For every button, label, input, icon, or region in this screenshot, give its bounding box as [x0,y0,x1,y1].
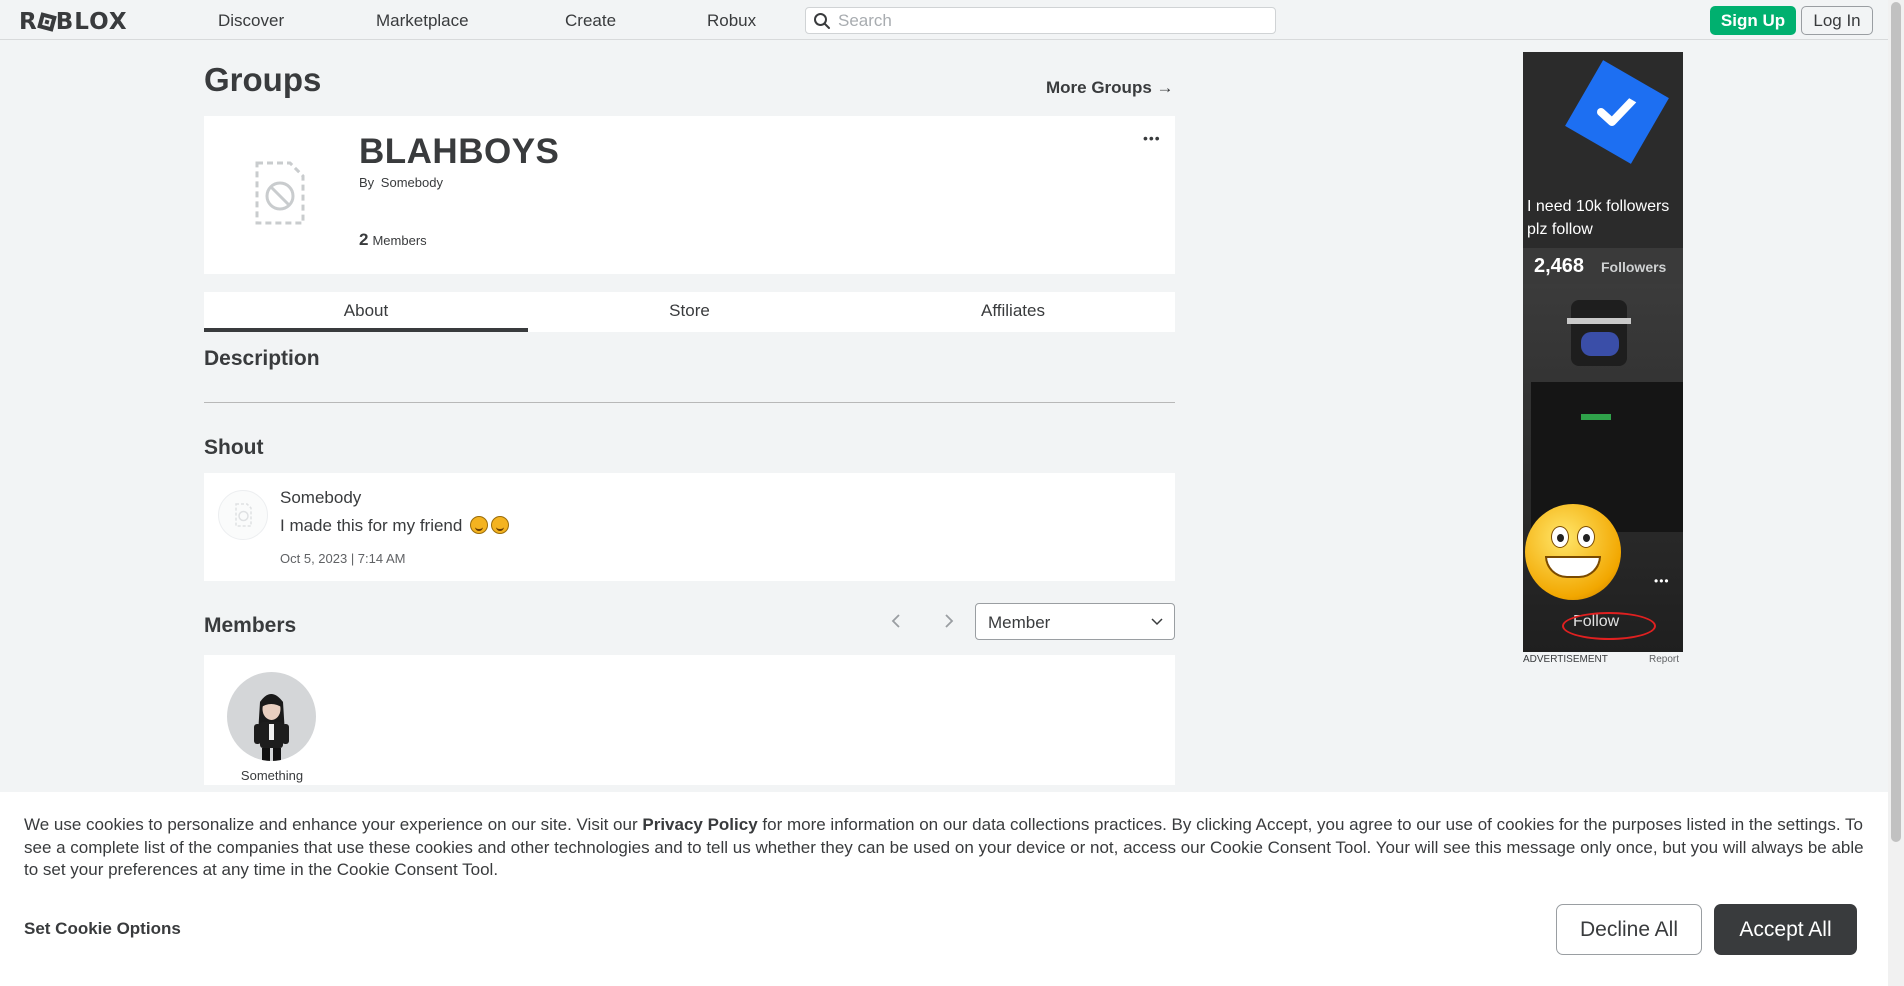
shout-card: Somebody I made this for my friend Oct 5… [204,473,1175,581]
grinning-face-emoji-icon [491,516,510,534]
advertisement-banner[interactable]: I need 10k followers plz follow 2,468 Fo… [1523,52,1683,652]
nav-robux[interactable]: Robux [707,11,756,31]
members-list: Something [204,655,1175,785]
shout-heading: Shout [204,436,264,459]
search-input[interactable] [838,10,1258,31]
smiley-face-icon [1525,504,1621,600]
shout-message: I made this for my friend [280,516,510,536]
group-name: BLAHBOYS [359,132,560,171]
description-divider [204,402,1175,403]
advertisement-label: ADVERTISEMENT [1523,654,1608,665]
cookie-consent-banner: We use cookies to personalize and enhanc… [0,792,1888,986]
cookie-text-intro: We use cookies to personalize and enhanc… [24,815,643,834]
page-scrollbar[interactable] [1888,0,1904,986]
member-name[interactable]: Something [218,768,326,783]
smiley-right-eye [1577,526,1595,548]
avatar-character-icon [254,694,289,761]
ad-character-mask [1581,332,1619,356]
tab-affiliates[interactable]: Affiliates [851,292,1175,332]
member-count-label: Members [372,233,427,248]
group-emblem-placeholder-icon [255,161,305,225]
more-groups-link[interactable]: More Groups → [1046,78,1174,98]
tab-store[interactable]: Store [528,292,851,332]
top-navigation: R BLOX Discover Marketplace Create Robux … [0,0,1888,40]
group-header-card: BLAHBOYS By Somebody 2 Members ••• [204,116,1175,274]
cookie-consent-text: We use cookies to personalize and enhanc… [24,814,1864,882]
ad-followers-count: 2,468 [1534,255,1585,277]
search-icon [814,13,830,29]
tab-about[interactable]: About [204,292,528,332]
decline-all-button[interactable]: Decline All [1556,904,1702,955]
group-owner-prefix: By [359,175,375,190]
ad-character-headband [1567,318,1631,324]
ad-followers-stat: 2,468 Followers [1523,248,1683,284]
member-avatar[interactable] [227,672,316,761]
verified-badge-icon [1565,60,1669,164]
grinning-face-emoji-icon [470,516,489,534]
set-cookie-options-link[interactable]: Set Cookie Options [24,919,181,939]
ad-report-link[interactable]: Report [1649,654,1679,665]
member-role-dropdown[interactable]: Member [975,603,1175,640]
smiley-mouth [1545,556,1601,578]
group-owner: By Somebody [359,175,443,190]
chevron-down-icon [1151,618,1163,626]
accept-all-button[interactable]: Accept All [1714,904,1857,955]
sign-up-button[interactable]: Sign Up [1710,6,1796,35]
scrollbar-thumb[interactable] [1891,2,1901,842]
nav-marketplace[interactable]: Marketplace [376,11,469,31]
ad-follow-highlight [1562,612,1656,640]
shout-timestamp: Oct 5, 2023 | 7:14 AM [280,551,406,566]
search-box[interactable] [805,7,1276,34]
privacy-policy-link[interactable]: Privacy Policy [642,815,757,834]
group-owner-link[interactable]: Somebody [381,175,443,190]
pager-next-icon[interactable] [942,612,956,630]
roblox-logo[interactable]: R BLOX [19,9,128,35]
ad-character-logo [1581,414,1611,420]
members-heading: Members [204,614,297,637]
group-tabs: About Store Affiliates [204,292,1175,332]
ad-followers-label: Followers [1601,259,1667,275]
group-member-count: 2 Members [359,230,427,250]
avatar-placeholder-icon [235,503,252,527]
nav-create[interactable]: Create [565,11,616,31]
shout-author-avatar[interactable] [218,490,268,540]
nav-discover[interactable]: Discover [218,11,284,31]
member-role-value: Member [988,613,1051,632]
log-in-button[interactable]: Log In [1801,6,1873,35]
page-title: Groups [204,61,322,98]
shout-message-text: I made this for my friend [280,516,463,535]
pager-previous-icon[interactable] [889,612,903,630]
ad-more-icon: ••• [1654,574,1670,588]
ad-headline: I need 10k followers plz follow [1527,198,1670,238]
shout-author-name[interactable]: Somebody [280,488,361,508]
group-more-menu-icon[interactable]: ••• [1143,130,1161,146]
smiley-left-eye [1551,526,1569,548]
member-count-value: 2 [359,230,369,249]
description-heading: Description [204,347,320,370]
